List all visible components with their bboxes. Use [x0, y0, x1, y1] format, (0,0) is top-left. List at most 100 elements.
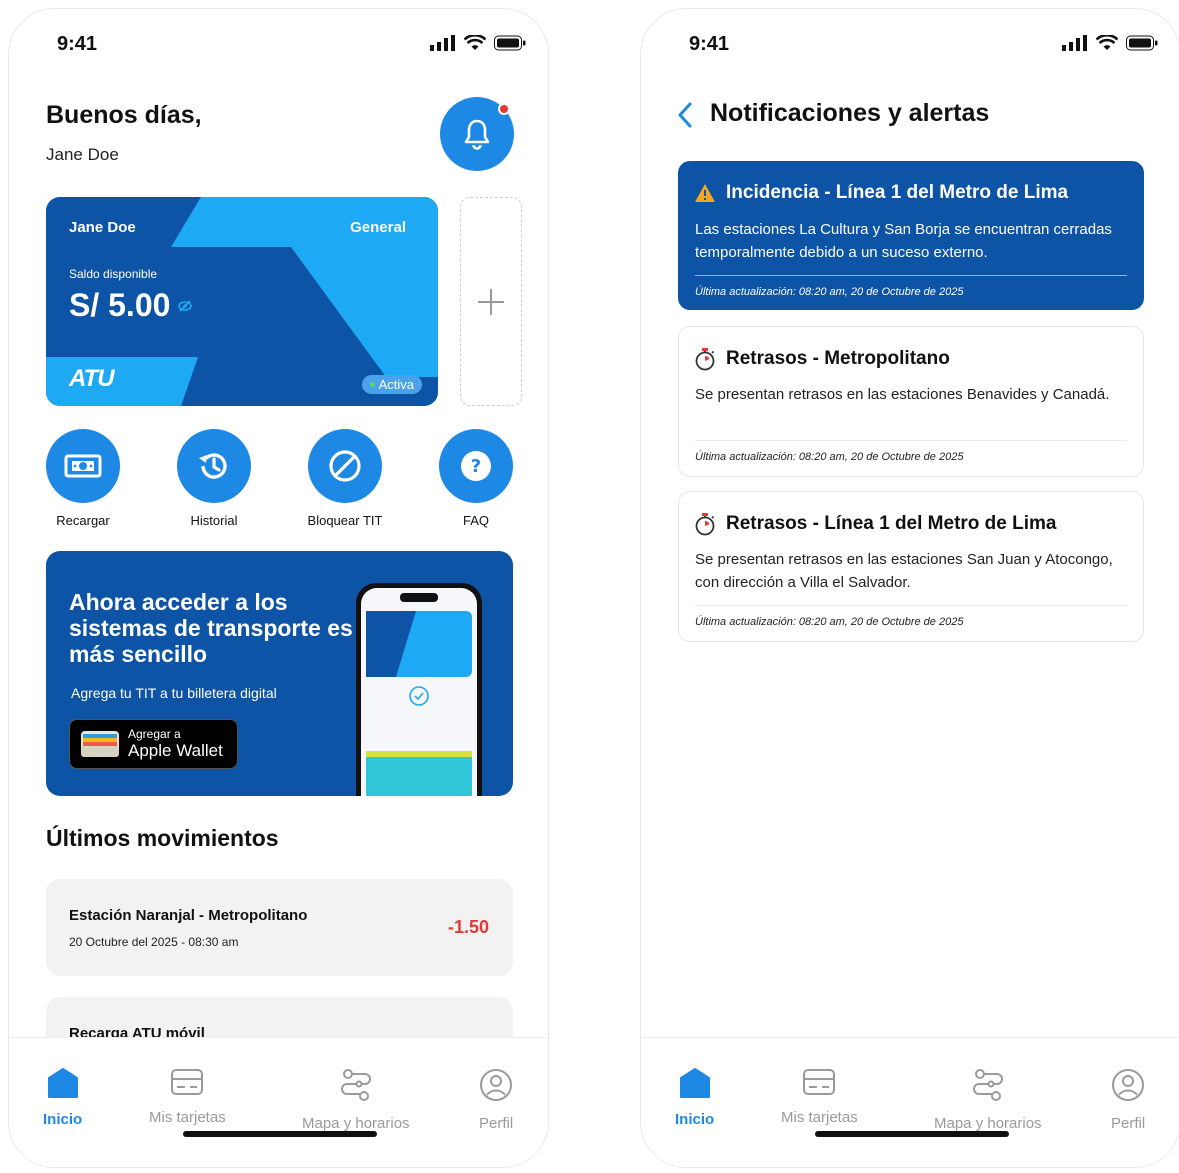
back-button[interactable] [675, 101, 695, 134]
wifi-icon [1096, 35, 1118, 50]
nav-perfil[interactable]: Perfil [1111, 1068, 1145, 1132]
nav-perfil-label: Perfil [1111, 1115, 1146, 1132]
notification-title: Retrasos - Línea 1 del Metro de Lima [726, 513, 1057, 534]
promo-title: Ahora acceder a los sistemas de transpor… [69, 589, 353, 667]
faq-circle: ? [439, 429, 513, 503]
notification-divider [695, 605, 1127, 606]
atu-logo: ATU [69, 365, 115, 392]
svg-text:?: ? [471, 456, 481, 477]
stopwatch-icon [695, 513, 715, 536]
status-bar: 9:41 [641, 9, 1179, 79]
card-holder-name: Jane Doe [69, 219, 136, 236]
status-dot [369, 382, 375, 387]
help-icon: ? [461, 451, 491, 481]
warning-icon [695, 184, 715, 202]
notification-card[interactable]: Retrasos - Metropolitano Se presentan re… [678, 326, 1144, 477]
nav-mis-tarjetas-label: Mis tarjetas [149, 1109, 226, 1126]
faq-label: FAQ [462, 513, 489, 528]
history-circle [177, 429, 251, 503]
wifi-icon [464, 35, 486, 50]
movement-item[interactable]: Estación Naranjal - Metropolitano 20 Oct… [46, 879, 513, 976]
block-icon [329, 450, 361, 482]
status-icons [1062, 35, 1158, 51]
stopwatch-icon [695, 348, 715, 371]
nav-mapa-horarios-label: Mapa y horarios [934, 1115, 1042, 1132]
user-icon [1112, 1069, 1145, 1101]
nav-mis-tarjetas-label: Mis tarjetas [781, 1109, 858, 1126]
block-card-button[interactable]: Bloquear TIT [300, 429, 390, 528]
nav-inicio[interactable]: Inicio [43, 1068, 82, 1128]
notification-title: Retrasos - Metropolitano [726, 348, 950, 369]
user-icon [480, 1069, 513, 1101]
history-label: Historial [190, 513, 238, 528]
nav-inicio-label: Inicio [43, 1111, 83, 1128]
battery-icon [494, 35, 526, 51]
chevron-left-icon [678, 102, 692, 128]
notification-body: Se presentan retrasos en las estaciones … [695, 386, 1110, 403]
tit-card[interactable]: Jane Doe General Saldo disponible S/ 5.0… [46, 197, 438, 406]
add-card-button[interactable] [460, 197, 522, 406]
movements-title: Últimos movimientos [46, 825, 279, 851]
battery-icon [1126, 35, 1158, 51]
notifications-button[interactable] [440, 97, 514, 171]
nav-inicio-label: Inicio [675, 1111, 715, 1128]
notification-card[interactable]: Incidencia - Línea 1 del Metro de Lima L… [678, 161, 1144, 310]
movement-amount: -1.50 [447, 917, 489, 937]
balance-amount: S/ 5.00 [69, 287, 171, 323]
balance-label: Saldo disponible [69, 267, 158, 281]
home-indicator [815, 1131, 1009, 1137]
page-title: Notificaciones y alertas [710, 99, 990, 127]
nav-mis-tarjetas[interactable]: Mis tarjetas [149, 1068, 226, 1126]
wallet-promo-banner: Ahora acceder a los sistemas de transpor… [46, 551, 513, 796]
add-to-apple-wallet-button[interactable]: Agregar a Apple Wallet [69, 719, 238, 769]
route-icon [340, 1069, 371, 1101]
notification-body: Las estaciones La Cultura y San Borja se… [695, 221, 1112, 261]
greeting-title: Buenos días, [46, 101, 202, 129]
home-icon [47, 1068, 78, 1098]
nav-mapa-horarios-label: Mapa y horarios [302, 1115, 410, 1132]
bottom-navigation: Inicio Mis tarjetas Mapa y horarios Perf… [9, 1037, 548, 1167]
status-time: 9:41 [689, 33, 730, 55]
status-icons [430, 35, 526, 51]
hide-balance-icon[interactable] [178, 299, 193, 313]
movement-title: Estación Naranjal - Metropolitano [69, 907, 308, 924]
nav-perfil-label: Perfil [479, 1115, 514, 1132]
nav-inicio[interactable]: Inicio [675, 1068, 714, 1128]
recharge-button[interactable]: Recargar [38, 429, 128, 528]
history-button[interactable]: Historial [169, 429, 259, 528]
wallet-line2: Apple Wallet [128, 741, 223, 760]
card-status-badge: Activa [361, 375, 422, 394]
card-type: General [350, 219, 406, 236]
history-icon [199, 453, 227, 479]
notification-divider [695, 440, 1127, 441]
signal-icon [1062, 35, 1087, 51]
nav-mapa-horarios[interactable]: Mapa y horarios [934, 1068, 1042, 1132]
home-screen: 9:41 Buenos días, Jane Doe Jane Doe Gene… [8, 8, 549, 1168]
notification-header: Retrasos - Línea 1 del Metro de Lima [694, 512, 1056, 536]
status-time: 9:41 [57, 33, 98, 55]
notification-header: Incidencia - Línea 1 del Metro de Lima [694, 182, 1068, 204]
plus-icon [478, 288, 504, 315]
notification-card[interactable]: Retrasos - Línea 1 del Metro de Lima Se … [678, 491, 1144, 642]
home-indicator [183, 1131, 377, 1137]
balance-row: S/ 5.00 [69, 287, 193, 324]
wallet-text: Agregar a Apple Wallet [128, 728, 223, 761]
nav-mis-tarjetas[interactable]: Mis tarjetas [781, 1068, 858, 1126]
notifications-screen: 9:41 Notificaciones y alertas Incidencia… [640, 8, 1179, 1168]
card-icon [171, 1069, 204, 1095]
card-status-label: Activa [378, 377, 414, 392]
notification-updated: Última actualización: 08:20 am, 20 de Oc… [695, 616, 964, 628]
nav-mapa-horarios[interactable]: Mapa y horarios [302, 1068, 410, 1132]
wallet-icon [81, 731, 119, 757]
notification-badge [498, 103, 510, 115]
signal-icon [430, 35, 455, 51]
nav-perfil[interactable]: Perfil [479, 1068, 513, 1132]
notification-body: Se presentan retrasos en las estaciones … [695, 551, 1113, 591]
faq-button[interactable]: ? FAQ [431, 429, 521, 528]
recharge-label: Recargar [56, 513, 110, 528]
notification-title: Incidencia - Línea 1 del Metro de Lima [726, 182, 1069, 203]
block-label: Bloquear TIT [307, 513, 383, 528]
bell-icon [464, 119, 490, 150]
status-bar: 9:41 [9, 9, 548, 79]
phone-mockup-image [356, 583, 482, 796]
